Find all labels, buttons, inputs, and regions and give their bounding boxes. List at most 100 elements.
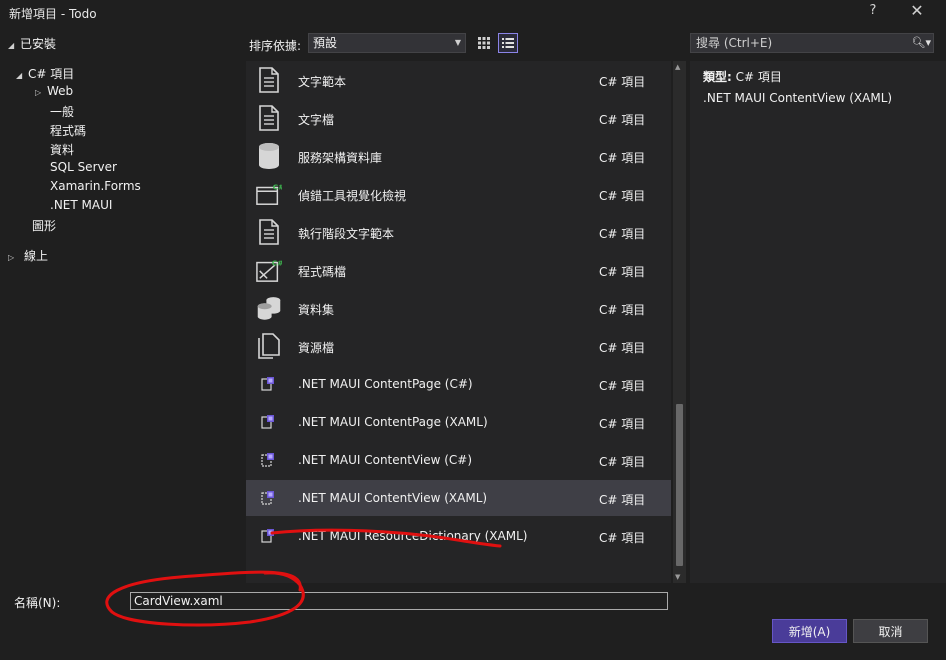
tree-node-general[interactable]: 一般 [50, 103, 74, 120]
svg-text:C#: C# [273, 182, 282, 191]
tree-node-installed[interactable]: ◢ 已安裝 [8, 35, 56, 52]
title-bar: 新增項目 - Todo ? ✕ [0, 0, 946, 26]
collapse-arrow-icon[interactable]: ◢ [16, 71, 28, 80]
tree-node-label: 已安裝 [20, 37, 57, 51]
expand-arrow-icon[interactable]: ▷ [35, 88, 47, 97]
maui-view-icon [256, 447, 282, 473]
expand-arrow-icon[interactable]: ▷ [8, 253, 20, 262]
code-file-icon: C# [256, 257, 282, 283]
template-row[interactable]: .NET MAUI ContentPage (C#) C# 項目 [246, 366, 671, 402]
details-pane: 類型: C# 項目 .NET MAUI ContentView (XAML) [690, 61, 946, 583]
template-name: .NET MAUI ContentPage (XAML) [298, 415, 488, 429]
tree-node-data[interactable]: 資料 [50, 141, 74, 158]
list-view-button[interactable] [498, 33, 518, 53]
template-list: 文字範本C# 項目文字檔C# 項目服務架構資料庫C# 項目C#偵錯工具視覺化檢視… [246, 61, 671, 583]
template-row[interactable]: C# 程式碼檔 C# 項目 [246, 252, 671, 288]
close-button[interactable]: ✕ [906, 1, 928, 20]
add-button[interactable]: 新增(A) [772, 619, 847, 643]
resource-file-icon [256, 333, 282, 359]
sort-value: 預設 [313, 36, 338, 50]
template-name: .NET MAUI ResourceDictionary (XAML) [298, 529, 528, 543]
tree-node-online[interactable]: ▷ 線上 [8, 247, 48, 264]
search-icon[interactable]: 🔍︎▾ [912, 34, 932, 52]
template-type: C# 項目 [599, 189, 646, 203]
template-type: C# 項目 [599, 341, 646, 355]
sort-dropdown[interactable]: 預設 ▼ [308, 33, 466, 53]
search-placeholder: 搜尋 (Ctrl+E) [696, 36, 773, 50]
tree-node-xamarin-forms[interactable]: Xamarin.Forms [50, 179, 141, 193]
svg-text:C#: C# [272, 258, 282, 267]
maui-view-icon [256, 485, 282, 511]
maui-page-icon [256, 371, 282, 397]
search-input[interactable]: 搜尋 (Ctrl+E) 🔍︎▾ [690, 33, 934, 53]
scroll-down-icon[interactable]: ▼ [675, 573, 680, 581]
template-row[interactable]: C# 偵錯工具視覺化檢視 C# 項目 [246, 176, 671, 212]
template-row[interactable]: .NET MAUI ContentPage (XAML) C# 項目 [246, 404, 671, 440]
scrollbar-thumb[interactable] [676, 404, 683, 566]
tree-node-graphics[interactable]: 圖形 [32, 217, 56, 234]
details-type-label: 類型: [703, 70, 732, 84]
grid-view-button[interactable] [474, 33, 494, 53]
template-list-scrollbar[interactable]: ▲ ▼ [673, 61, 686, 583]
template-name: 文字範本 [298, 75, 347, 89]
tree-node-net-maui[interactable]: .NET MAUI [50, 198, 112, 212]
details-description: .NET MAUI ContentView (XAML) [703, 91, 893, 105]
template-type: C# 項目 [599, 379, 646, 393]
template-type: C# 項目 [599, 227, 646, 241]
tree-node-web[interactable]: ▷ Web [35, 84, 73, 98]
runtime-text-template-icon [256, 219, 282, 245]
template-type: C# 項目 [599, 113, 646, 127]
template-row[interactable]: 文字檔 C# 項目 [246, 100, 671, 136]
window-title: 新增項目 - Todo [9, 7, 97, 21]
tree-node-label: Web [47, 84, 74, 98]
template-type: C# 項目 [599, 493, 646, 507]
tree-node-label: C# 項目 [28, 67, 75, 81]
collapse-arrow-icon[interactable]: ◢ [8, 41, 20, 50]
template-type: C# 項目 [599, 531, 646, 545]
text-template-icon [256, 67, 282, 93]
template-type: C# 項目 [599, 265, 646, 279]
maui-page-icon [256, 409, 282, 435]
template-type: C# 項目 [599, 75, 646, 89]
sort-label: 排序依據: [249, 39, 302, 53]
template-type: C# 項目 [599, 151, 646, 165]
name-label: 名稱(N): [14, 596, 61, 610]
template-type: C# 項目 [599, 303, 646, 317]
template-name: 文字檔 [298, 113, 335, 127]
list-view-icon [502, 38, 514, 48]
tree-node-code[interactable]: 程式碼 [50, 122, 86, 139]
name-input[interactable] [130, 592, 668, 610]
template-row[interactable]: 服務架構資料庫 C# 項目 [246, 138, 671, 174]
template-type: C# 項目 [599, 417, 646, 431]
template-row[interactable]: .NET MAUI ContentView (XAML) C# 項目 [246, 480, 671, 516]
cancel-button[interactable]: 取消 [853, 619, 928, 643]
template-name: .NET MAUI ContentPage (C#) [298, 377, 473, 391]
details-type: 類型: C# 項目 [703, 68, 782, 85]
help-button[interactable]: ? [866, 3, 880, 18]
tree-node-sql-server[interactable]: SQL Server [50, 160, 117, 174]
template-name: .NET MAUI ContentView (XAML) [298, 491, 488, 505]
tree-node-csharp-items[interactable]: ◢ C# 項目 [16, 65, 74, 82]
template-name: .NET MAUI ContentView (C#) [298, 453, 473, 467]
template-type: C# 項目 [599, 455, 646, 469]
database-icon [256, 143, 282, 169]
template-row[interactable]: .NET MAUI ContentView (C#) C# 項目 [246, 442, 671, 478]
text-file-icon [256, 105, 282, 131]
scroll-up-icon[interactable]: ▲ [675, 63, 680, 71]
template-row[interactable]: 文字範本 C# 項目 [246, 62, 671, 98]
dataset-icon [256, 295, 282, 321]
template-row[interactable]: .NET MAUI ResourceDictionary (XAML) C# 項目 [246, 518, 671, 554]
template-name: 資料集 [298, 303, 335, 317]
template-row[interactable]: 資料集 C# 項目 [246, 290, 671, 326]
details-type-value: C# 項目 [735, 70, 782, 84]
template-row[interactable]: 資源檔 C# 項目 [246, 328, 671, 364]
chevron-down-icon: ▼ [454, 38, 461, 47]
grid-view-icon [478, 37, 490, 49]
template-name: 偵錯工具視覺化檢視 [298, 189, 407, 203]
template-row[interactable]: 執行階段文字範本 C# 項目 [246, 214, 671, 250]
template-name: 服務架構資料庫 [298, 151, 383, 165]
template-name: 執行階段文字範本 [298, 227, 395, 241]
debugger-visualizer-icon: C# [256, 181, 282, 207]
maui-resource-icon [256, 523, 282, 549]
template-tree: ◢ 已安裝 ◢ C# 項目 ▷ Web 一般 程式碼 資料 SQL Server Xa… [0, 28, 243, 585]
